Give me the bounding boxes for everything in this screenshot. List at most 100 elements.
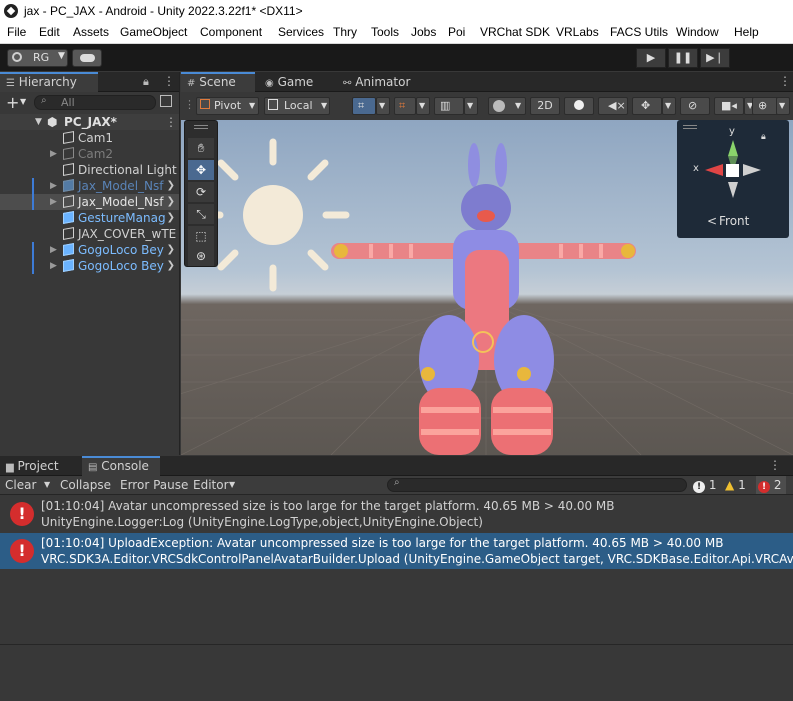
- error-pause-button[interactable]: Error Pause: [120, 476, 188, 494]
- gizmos-dropdown[interactable]: ▼: [776, 97, 790, 115]
- menu-vrchat-sdk[interactable]: VRChat SDK: [480, 25, 550, 39]
- visibility-button[interactable]: ⊘: [680, 97, 710, 115]
- hand-tool-button[interactable]: ✋︎: [188, 138, 214, 158]
- scene-viewport[interactable]: ✋︎ ✥ ⟳ ⤡ ⬚ ⊛ 🔒︎ x y < Front: [181, 120, 793, 455]
- chevron-down-icon[interactable]: ▼: [229, 476, 235, 494]
- editor-dropdown[interactable]: Editor: [193, 476, 229, 494]
- chevron-down-icon[interactable]: ▼: [44, 476, 50, 494]
- menu-help[interactable]: Help: [734, 25, 759, 39]
- snap-dropdown[interactable]: ▼: [416, 97, 430, 115]
- expand-arrow-icon[interactable]: ▼: [35, 114, 42, 130]
- collapse-button[interactable]: Collapse: [60, 476, 111, 494]
- chevron-right-icon[interactable]: ❯: [167, 178, 175, 194]
- gizmo-view-label[interactable]: Front: [719, 214, 749, 228]
- menu-jobs[interactable]: Jobs: [411, 25, 436, 39]
- pivot-dropdown[interactable]: Pivot ▼: [196, 97, 259, 115]
- hierarchy-item[interactable]: JAX_COVER_wTE: [0, 226, 179, 242]
- folder-icon: ▆: [6, 462, 14, 473]
- tab-console[interactable]: ▤ Console: [82, 456, 160, 476]
- expand-arrow-icon[interactable]: ▶: [50, 258, 57, 274]
- menu-services[interactable]: Services: [278, 25, 324, 39]
- hierarchy-item[interactable]: ▶ Cam2: [0, 146, 179, 162]
- menu-edit[interactable]: Edit: [39, 25, 60, 39]
- console-search-input[interactable]: ⌕: [387, 477, 687, 492]
- menu-file[interactable]: File: [7, 25, 26, 39]
- chevron-right-icon[interactable]: ❯: [167, 242, 175, 258]
- step-button[interactable]: ▶❘: [700, 48, 730, 68]
- menu-window[interactable]: Window: [676, 25, 719, 39]
- menu-tools[interactable]: Tools: [371, 25, 399, 39]
- pause-button[interactable]: ❚❚: [668, 48, 698, 68]
- menu-assets[interactable]: Assets: [73, 25, 109, 39]
- scale-tool-button[interactable]: ⤡: [188, 204, 214, 224]
- tab-animator[interactable]: ⚯ Animator: [337, 72, 427, 92]
- mode-2d-button[interactable]: 2D: [530, 97, 560, 115]
- rotate-tool-button[interactable]: ⟳: [188, 182, 214, 202]
- clear-button[interactable]: Clear: [5, 476, 36, 494]
- grid-snap-button[interactable]: ⌗: [352, 97, 376, 115]
- drag-handle-icon[interactable]: [194, 125, 208, 126]
- camera-button[interactable]: ■◂: [714, 97, 744, 115]
- cloud-button[interactable]: [72, 49, 102, 67]
- drag-handle-icon[interactable]: ⋮: [184, 97, 195, 115]
- draw-mode-dropdown[interactable]: ▼: [488, 97, 526, 115]
- grid-snap-dropdown[interactable]: ▼: [376, 97, 390, 115]
- local-dropdown[interactable]: Local ▼: [264, 97, 330, 115]
- menu-component[interactable]: Component: [200, 25, 262, 39]
- menu-thry[interactable]: Thry: [333, 25, 357, 39]
- chevron-right-icon[interactable]: ❯: [167, 258, 175, 274]
- menu-gameobject[interactable]: GameObject: [120, 25, 187, 39]
- search-options-icon[interactable]: [160, 95, 172, 107]
- chevron-right-icon[interactable]: ❯: [167, 210, 175, 226]
- account-dropdown[interactable]: RG ▼: [7, 49, 68, 67]
- scene-menu-icon[interactable]: ⋮: [165, 114, 177, 130]
- lighting-button[interactable]: [564, 97, 594, 115]
- lock-icon[interactable]: 🔒︎: [143, 75, 149, 89]
- kebab-menu-icon[interactable]: ⋮: [163, 74, 175, 88]
- hierarchy-item[interactable]: ▶ GogoLoco Bey ❯: [0, 242, 179, 258]
- move-tool-button[interactable]: ✥: [188, 160, 214, 180]
- menu-facs-utils[interactable]: FACS Utils: [610, 25, 668, 39]
- view-gizmo[interactable]: 🔒︎ x y < Front: [677, 120, 789, 238]
- transform-tool-button[interactable]: ⊛: [188, 246, 214, 266]
- increment-snap-button[interactable]: ▥: [434, 97, 464, 115]
- tab-project[interactable]: ▆ Project: [0, 456, 80, 476]
- expand-arrow-icon[interactable]: ▶: [50, 178, 57, 194]
- console-log-entry[interactable]: ! [01:10:04] UploadException: Avatar unc…: [0, 533, 793, 569]
- hierarchy-item[interactable]: ▶ Jax_Model_Nsf ❯: [0, 194, 179, 210]
- expand-arrow-icon[interactable]: ▶: [50, 146, 57, 162]
- tab-game[interactable]: ◉ Game: [259, 72, 329, 92]
- play-button[interactable]: ▶: [636, 48, 666, 68]
- hierarchy-search[interactable]: ⌕ All: [34, 95, 156, 110]
- tab-scene[interactable]: # Scene: [181, 72, 255, 92]
- error-filter-toggle[interactable]: ! 2: [756, 476, 786, 494]
- console-panel: ▆ Project ▤ Console ⋮ Clear ▼ Collapse E…: [0, 456, 793, 701]
- info-filter-toggle[interactable]: ! 1: [693, 476, 716, 494]
- menu-vrlabs[interactable]: VRLabs: [556, 25, 599, 39]
- tab-hierarchy[interactable]: ☰ Hierarchy: [0, 72, 98, 92]
- menu-poi[interactable]: Poi: [448, 25, 465, 39]
- rect-tool-button[interactable]: ⬚: [188, 226, 214, 246]
- hierarchy-item[interactable]: GestureManag ❯: [0, 210, 179, 226]
- add-icon[interactable]: +: [6, 93, 19, 112]
- console-log-entry[interactable]: ! [01:10:04] Avatar uncompressed size is…: [0, 496, 793, 532]
- hierarchy-item[interactable]: ▶ Jax_Model_Nsf ❯: [0, 178, 179, 194]
- chevron-down-icon[interactable]: ▼: [20, 97, 26, 106]
- console-menu-icon[interactable]: ⋮: [769, 458, 781, 472]
- expand-arrow-icon[interactable]: ▶: [50, 194, 57, 210]
- gizmos-button[interactable]: ⊕: [752, 97, 778, 115]
- scene-menu-icon[interactable]: ⋮: [779, 74, 791, 88]
- hierarchy-scene-row[interactable]: ▼ ⬢ PC_JAX* ⋮: [0, 114, 179, 130]
- chevron-right-icon[interactable]: ❯: [167, 194, 175, 210]
- warning-filter-toggle[interactable]: ▲ 1: [725, 476, 746, 494]
- expand-arrow-icon[interactable]: ▶: [50, 242, 57, 258]
- snap-increment-button[interactable]: ⌗: [394, 97, 416, 115]
- tool-palette: ✋︎ ✥ ⟳ ⤡ ⬚ ⊛: [184, 120, 218, 267]
- effects-button[interactable]: ✥: [632, 97, 662, 115]
- hierarchy-item[interactable]: Directional Light: [0, 162, 179, 178]
- effects-dropdown[interactable]: ▼: [662, 97, 676, 115]
- hierarchy-item[interactable]: ▶ GogoLoco Bey ❯: [0, 258, 179, 274]
- audio-button[interactable]: ◀×: [598, 97, 628, 115]
- increment-dropdown[interactable]: ▼: [464, 97, 478, 115]
- hierarchy-item[interactable]: Cam1: [0, 130, 179, 146]
